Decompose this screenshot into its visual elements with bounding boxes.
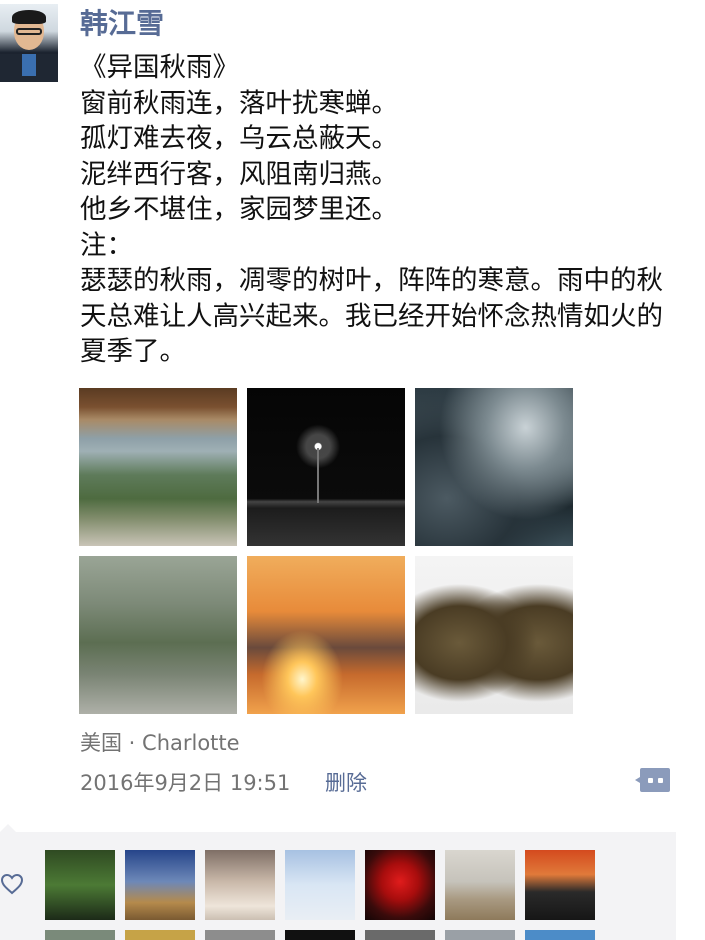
note-label: 注： (80, 229, 133, 261)
poem-line-4: 他乡不堪住，家园梦里还。 (80, 194, 398, 225)
avatar-shirt (22, 54, 36, 76)
liker-avatar[interactable] (525, 930, 595, 940)
liker-avatar[interactable] (445, 930, 515, 940)
liker-avatar[interactable] (285, 850, 355, 920)
liker-avatar[interactable] (205, 850, 275, 920)
heart-icon (0, 873, 24, 895)
post-text: 《异国秋雨》 窗前秋雨连，落叶扰寒蝉。 孤灯难去夜，乌云总蔽天。 泥绊西行客，风… (80, 50, 685, 370)
liker-avatar[interactable] (125, 850, 195, 920)
avatar-hair (12, 10, 46, 24)
poem-title: 《异国秋雨》 (80, 52, 239, 83)
poem-line-3: 泥绊西行客，风阻南归燕。 (80, 158, 398, 190)
author-avatar[interactable] (0, 4, 58, 82)
photo-rain-umbrella[interactable] (79, 556, 237, 714)
liker-avatar[interactable] (205, 930, 275, 940)
liker-avatar[interactable] (365, 930, 435, 940)
comment-bubble-icon[interactable] (634, 766, 672, 794)
photo-rainy-garden[interactable] (79, 388, 237, 546)
liker-avatar[interactable] (525, 850, 595, 920)
liker-avatar[interactable] (285, 930, 355, 940)
photo-dark-clouds[interactable] (415, 388, 573, 546)
poem-line-2: 孤灯难去夜，乌云总蔽天。 (80, 123, 398, 154)
liker-avatar[interactable] (125, 930, 195, 940)
liker-avatar[interactable] (445, 850, 515, 920)
photo-sunset-birds[interactable] (247, 556, 405, 714)
post-location[interactable]: 美国 · Charlotte (80, 727, 240, 757)
poem-line-1: 窗前秋雨连，落叶扰寒蝉。 (80, 87, 398, 119)
photo-bronze-lions[interactable] (415, 556, 573, 714)
photo-night-streetlamp[interactable] (247, 388, 405, 546)
delete-button[interactable]: 删除 (325, 767, 367, 797)
liker-avatar[interactable] (365, 850, 435, 920)
post-timestamp: 2016年9月2日 19:51 (80, 771, 291, 795)
liker-avatar[interactable] (45, 930, 115, 940)
avatar-glasses (16, 28, 42, 35)
author-name[interactable]: 韩江雪 (80, 6, 164, 42)
note-text: 瑟瑟的秋雨，凋零的树叶，阵阵的寒意。雨中的秋天总难让人高兴起来。我已经开始怀念热… (80, 265, 663, 367)
liker-avatar[interactable] (45, 850, 115, 920)
